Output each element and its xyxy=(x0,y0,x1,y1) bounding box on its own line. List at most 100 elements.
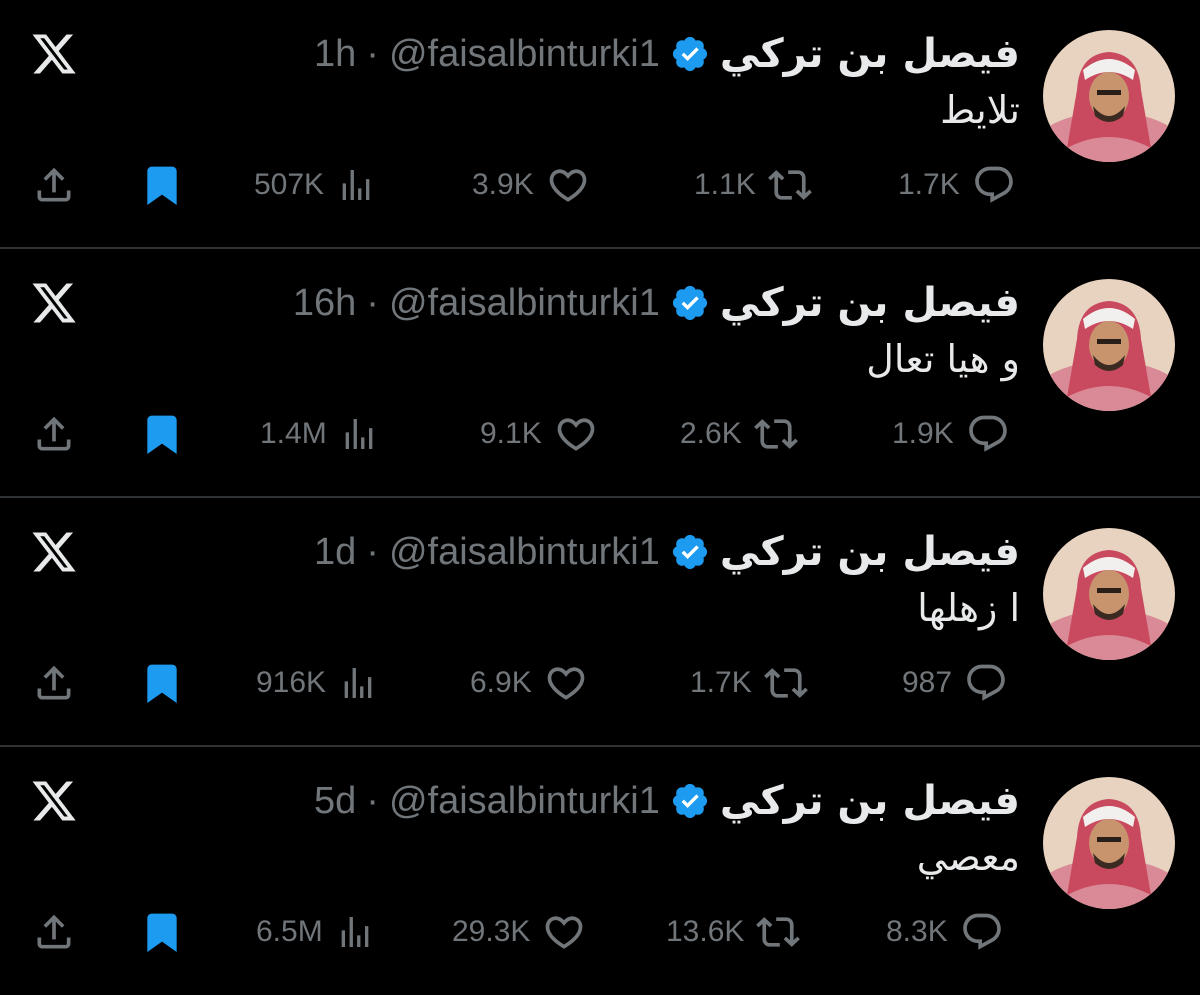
reply-button[interactable]: 987 xyxy=(902,658,1008,708)
tweet-meta: 5d · @faisalbinturki1 xyxy=(314,780,660,823)
like-icon xyxy=(544,661,588,705)
reply-icon xyxy=(960,910,1004,954)
tweet-header: 16h · @faisalbinturki1 فيصل بن تركي xyxy=(293,279,1020,327)
meta-separator: · xyxy=(366,779,379,822)
tweet-item[interactable]: 1d · @faisalbinturki1 فيصل بن تركي ا زهل… xyxy=(0,498,1200,747)
tweet-meta: 1d · @faisalbinturki1 xyxy=(314,531,660,574)
retweet-count: 1.1K xyxy=(694,168,756,201)
author-handle[interactable]: @faisalbinturki1 xyxy=(389,780,660,823)
like-count: 9.1K xyxy=(480,417,542,450)
retweet-button[interactable]: 1.7K xyxy=(690,658,808,708)
avatar[interactable] xyxy=(1043,777,1175,909)
share-button[interactable] xyxy=(32,907,76,957)
views-button[interactable]: 6.5M xyxy=(256,907,375,957)
tweet-item[interactable]: 1h · @faisalbinturki1 فيصل بن تركي تلايط xyxy=(0,0,1200,249)
like-button[interactable]: 6.9K xyxy=(470,658,588,708)
author-name[interactable]: فيصل بن تركي xyxy=(720,31,1020,77)
x-logo-icon[interactable] xyxy=(30,279,78,327)
share-button[interactable] xyxy=(32,409,76,459)
like-button[interactable]: 9.1K xyxy=(480,409,598,459)
share-icon xyxy=(32,661,76,705)
tweet-header: 1h · @faisalbinturki1 فيصل بن تركي xyxy=(314,30,1020,78)
author-handle[interactable]: @faisalbinturki1 xyxy=(389,531,660,574)
retweet-button[interactable]: 1.1K xyxy=(694,160,812,210)
tweet-meta: 1h · @faisalbinturki1 xyxy=(314,33,660,76)
bookmark-button[interactable] xyxy=(140,160,184,210)
tweet-text: و هيا تعال xyxy=(866,337,1020,381)
bookmark-button[interactable] xyxy=(140,658,184,708)
share-button[interactable] xyxy=(32,658,76,708)
verified-badge-icon xyxy=(670,34,710,74)
reply-icon xyxy=(972,163,1016,207)
tweet-time[interactable]: 5d xyxy=(314,780,356,823)
reply-button[interactable]: 1.7K xyxy=(898,160,1016,210)
author-handle[interactable]: @faisalbinturki1 xyxy=(389,282,660,325)
retweet-icon xyxy=(763,661,808,705)
tweet-time[interactable]: 16h xyxy=(293,282,356,325)
avatar[interactable] xyxy=(1043,528,1175,660)
views-count: 6.5M xyxy=(256,915,323,948)
views-button[interactable]: 1.4M xyxy=(260,409,379,459)
like-count: 3.9K xyxy=(472,168,534,201)
author-name[interactable]: فيصل بن تركي xyxy=(720,529,1020,575)
retweet-icon xyxy=(753,412,798,456)
like-count: 6.9K xyxy=(470,666,532,699)
like-count: 29.3K xyxy=(452,915,531,948)
retweet-button[interactable]: 2.6K xyxy=(680,409,798,459)
like-icon xyxy=(554,412,598,456)
views-button[interactable]: 507K xyxy=(254,160,376,210)
reply-count: 987 xyxy=(902,666,953,699)
tweet-time[interactable]: 1d xyxy=(314,531,356,574)
retweet-icon xyxy=(756,910,801,954)
tweet-time[interactable]: 1h xyxy=(314,33,356,76)
reply-count: 1.7K xyxy=(898,168,960,201)
verified-badge-icon xyxy=(670,781,710,821)
meta-separator: · xyxy=(366,32,379,75)
author-name[interactable]: فيصل بن تركي xyxy=(720,280,1020,326)
tweet-actions: 1.4M 9.1K 2.6K 1.9K xyxy=(0,409,1200,459)
bookmark-icon xyxy=(140,163,184,207)
views-icon xyxy=(339,414,379,454)
reply-count: 1.9K xyxy=(892,417,954,450)
reply-icon xyxy=(966,412,1010,456)
retweet-button[interactable]: 13.6K xyxy=(666,907,801,957)
share-icon xyxy=(32,163,76,207)
views-button[interactable]: 916K xyxy=(256,658,378,708)
reply-button[interactable]: 8.3K xyxy=(886,907,1004,957)
like-icon xyxy=(546,163,590,207)
views-count: 507K xyxy=(254,168,325,201)
views-count: 1.4M xyxy=(260,417,327,450)
like-button[interactable]: 3.9K xyxy=(472,160,590,210)
like-icon xyxy=(542,910,586,954)
share-icon xyxy=(32,412,76,456)
avatar[interactable] xyxy=(1043,279,1175,411)
bookmark-icon xyxy=(140,910,184,954)
tweet-item[interactable]: 16h · @faisalbinturki1 فيصل بن تركي و هي… xyxy=(0,249,1200,498)
tweet-actions: 507K 3.9K 1.1K 1.7K xyxy=(0,160,1200,210)
retweet-count: 2.6K xyxy=(680,417,742,450)
share-button[interactable] xyxy=(32,160,76,210)
bookmark-button[interactable] xyxy=(140,907,184,957)
meta-separator: · xyxy=(366,530,379,573)
x-logo-icon[interactable] xyxy=(30,30,78,78)
like-button[interactable]: 29.3K xyxy=(452,907,586,957)
x-logo-icon[interactable] xyxy=(30,777,78,825)
tweet-feed: 1h · @faisalbinturki1 فيصل بن تركي تلايط xyxy=(0,0,1200,995)
tweet-text: تلايط xyxy=(940,88,1020,132)
author-handle[interactable]: @faisalbinturki1 xyxy=(389,33,660,76)
author-name[interactable]: فيصل بن تركي xyxy=(720,778,1020,824)
tweet-text: ا زهلها xyxy=(917,586,1020,630)
avatar[interactable] xyxy=(1043,30,1175,162)
bookmark-icon xyxy=(140,661,184,705)
bookmark-button[interactable] xyxy=(140,409,184,459)
reply-button[interactable]: 1.9K xyxy=(892,409,1010,459)
tweet-header: 1d · @faisalbinturki1 فيصل بن تركي xyxy=(314,528,1020,576)
meta-separator: · xyxy=(366,281,379,324)
tweet-text: معصي xyxy=(916,835,1020,879)
x-logo-icon[interactable] xyxy=(30,528,78,576)
verified-badge-icon xyxy=(670,283,710,323)
tweet-item[interactable]: 5d · @faisalbinturki1 فيصل بن تركي معصي xyxy=(0,747,1200,995)
views-icon xyxy=(336,165,376,205)
verified-badge-icon xyxy=(670,532,710,572)
retweet-count: 1.7K xyxy=(690,666,752,699)
